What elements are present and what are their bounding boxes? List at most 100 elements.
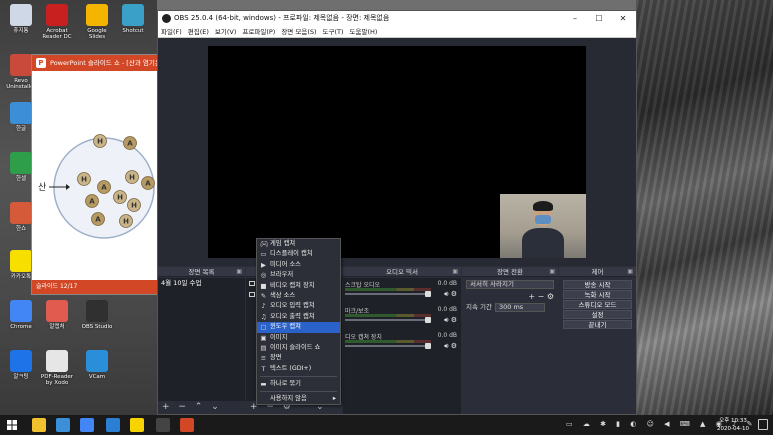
- maximize-button[interactable]: ☐: [588, 11, 610, 26]
- context-menu-item[interactable]: ▶ 미디어 소스: [257, 260, 340, 270]
- chrome-icon[interactable]: [80, 418, 94, 432]
- context-menu-item[interactable]: ≡ 장면: [257, 353, 340, 363]
- control-button[interactable]: 스튜디오 모드: [563, 300, 632, 309]
- channel-db: 0.0 dB: [437, 332, 457, 339]
- start-button[interactable]: [7, 420, 17, 430]
- volume-slider[interactable]: [345, 319, 431, 321]
- transitions-header: 장면 전환 ▣: [462, 267, 558, 277]
- volume-slider-handle[interactable]: [425, 291, 431, 297]
- context-menu-item[interactable]: T 텍스트 (GDI+): [257, 364, 340, 374]
- menu-item[interactable]: 파일(F): [161, 28, 182, 36]
- volume-slider[interactable]: [345, 293, 431, 295]
- gamepad-icon: 🎮︎: [260, 240, 269, 248]
- channel-speaker-gear-icons[interactable]: 🔊︎ ⚙: [444, 342, 457, 351]
- desktop-icon[interactable]: PDF-Reader by Xodo: [40, 350, 74, 386]
- desktop-icon[interactable]: Shotcut: [116, 4, 150, 34]
- volume-slider-handle[interactable]: [425, 343, 431, 349]
- context-menu-item[interactable]: ▣ 이미지: [257, 333, 340, 343]
- context-menu-item[interactable]: ♪ 오디오 입력 캡쳐: [257, 301, 340, 311]
- speaker-icon: ♫: [260, 312, 267, 321]
- slide-canvas: 산 H A H A H A H A H A H: [32, 71, 157, 281]
- desktop-icon[interactable]: VCam: [80, 350, 114, 380]
- obs-titlebar[interactable]: OBS 25.0.4 (64-bit, windows) - 프로파일: 제목없…: [158, 11, 636, 26]
- notification-icon[interactable]: [758, 419, 768, 430]
- source-camera-icon[interactable]: [249, 292, 255, 297]
- close-button[interactable]: ✕: [612, 11, 634, 26]
- context-menu-label: 미디어 소스: [270, 260, 301, 268]
- volume-meter: [345, 314, 431, 317]
- context-menu-item[interactable]: ■ 비디오 캡쳐 장치: [257, 281, 340, 291]
- desktop-icon[interactable]: 휴지통: [4, 4, 38, 34]
- volume-meter: [345, 288, 431, 291]
- mixer-channel: 마크/보조 0.0 dB 🔊︎ ⚙: [343, 304, 461, 330]
- desktop-icon[interactable]: Acrobat Reader DC: [40, 4, 74, 40]
- desktop-icon-label: 알캡처: [49, 324, 65, 330]
- desktop-app-icon: [86, 300, 108, 322]
- scenes-footer-buttons[interactable]: + − ⌃ ⌄: [158, 401, 245, 414]
- control-button[interactable]: 녹화 시작: [563, 290, 632, 299]
- context-menu-item[interactable]: 사용하지 않음 ▸: [257, 394, 340, 404]
- folder-icon: ▬: [260, 380, 267, 389]
- context-menu-label: 디스플레이 캡쳐: [270, 250, 313, 258]
- sticky-notes-icon[interactable]: [130, 418, 144, 432]
- desktop-icon[interactable]: 알ㅋ팅: [4, 350, 38, 380]
- menu-item[interactable]: 프로파일(P): [242, 28, 275, 36]
- transition-add-remove[interactable]: + − ⚙: [462, 291, 558, 302]
- scene-item[interactable]: 4월 10일 수업: [158, 278, 245, 288]
- ion-label: H: [97, 138, 103, 146]
- transition-type-select[interactable]: 서서히 사라지기: [466, 280, 554, 289]
- menu-item[interactable]: 도구(T): [323, 28, 344, 36]
- volume-slider[interactable]: [345, 345, 431, 347]
- file-explorer-icon[interactable]: [32, 418, 46, 432]
- menu-item[interactable]: 편집(E): [188, 28, 209, 36]
- scenes-header: 장면 목록 ▣: [158, 267, 245, 277]
- context-menu-item[interactable]: ✎ 색상 소스: [257, 291, 340, 301]
- play-icon: ▶: [261, 260, 266, 269]
- powerpoint-icon[interactable]: [180, 418, 194, 432]
- mixer-channels: 스크탑 오디오 0.0 dB 🔊︎ ⚙ 마크/보조 0.0 dB 🔊︎ ⚙ 디오 캡쳐 장치…: [343, 278, 461, 414]
- menu-separator: [260, 391, 337, 393]
- submenu-arrow-icon: ▸: [332, 395, 336, 403]
- context-menu-item[interactable]: 🎮︎ 게임 캡쳐: [257, 239, 340, 249]
- desktop-app-icon: [46, 300, 68, 322]
- obs-icon[interactable]: [156, 418, 170, 432]
- channel-speaker-gear-icons[interactable]: 🔊︎ ⚙: [444, 316, 457, 325]
- store-icon[interactable]: [56, 418, 70, 432]
- clock[interactable]: 오후 10:33 2020-04-10: [717, 417, 749, 433]
- powerpoint-icon: P: [36, 58, 46, 68]
- desktop-app-icon: [122, 4, 144, 26]
- channel-speaker-gear-icons[interactable]: 🔊︎ ⚙: [444, 290, 457, 299]
- desktop-icon[interactable]: 알캡처: [40, 300, 74, 330]
- powerpoint-window[interactable]: P PowerPoint 슬라이드 쇼 - [산과 염기는 산 H A H A H A H A…: [31, 54, 158, 295]
- minimize-button[interactable]: –: [564, 11, 586, 26]
- obs-logo-icon: [162, 14, 171, 23]
- obs-window[interactable]: OBS 25.0.4 (64-bit, windows) - 프로파일: 제목없…: [157, 10, 637, 415]
- menu-item[interactable]: 도움말(H): [350, 28, 378, 36]
- volume-slider-handle[interactable]: [425, 317, 431, 323]
- desktop-icon[interactable]: Google Slides: [80, 4, 114, 40]
- menu-item[interactable]: 보기(V): [215, 28, 236, 36]
- source-eye-icon[interactable]: [249, 281, 255, 286]
- context-menu-item[interactable]: ▬ 하나로 묶기: [257, 379, 340, 389]
- context-menu-label: 하나로 묶기: [270, 380, 301, 388]
- edge-icon[interactable]: [106, 418, 120, 432]
- context-menu-label: 이미지: [270, 333, 288, 341]
- context-menu-label: 이미지 슬라이드 쇼: [270, 343, 321, 351]
- context-menu-item[interactable]: ▤ 이미지 슬라이드 쇼: [257, 343, 340, 353]
- context-menu-item[interactable]: ♫ 오디오 출력 캡쳐: [257, 312, 340, 322]
- context-menu-item[interactable]: ◎ 브라우저: [257, 270, 340, 280]
- duration-input[interactable]: 300 ms: [495, 303, 545, 312]
- desktop-app-icon: [46, 4, 68, 26]
- transitions-body: 서서히 사라지기 + − ⚙ 지속 기간 300 ms: [462, 278, 558, 414]
- context-menu-item[interactable]: ▭ 디스플레이 캡쳐: [257, 249, 340, 259]
- desktop-icon[interactable]: OBS Studio: [80, 300, 114, 330]
- desktop-icon-label: OBS Studio: [81, 324, 113, 330]
- control-button[interactable]: 방송 시작: [563, 280, 632, 289]
- webcam-source[interactable]: [500, 194, 586, 258]
- powerpoint-titlebar[interactable]: P PowerPoint 슬라이드 쇼 - [산과 염기는: [32, 55, 157, 71]
- desktop-icon[interactable]: Chrome: [4, 300, 38, 330]
- control-button[interactable]: 끝내기: [563, 320, 632, 329]
- context-menu-item[interactable]: ▢ 윈도우 캡쳐: [257, 322, 340, 333]
- menu-item[interactable]: 장면 모음(S): [281, 28, 316, 36]
- control-button[interactable]: 설정: [563, 310, 632, 319]
